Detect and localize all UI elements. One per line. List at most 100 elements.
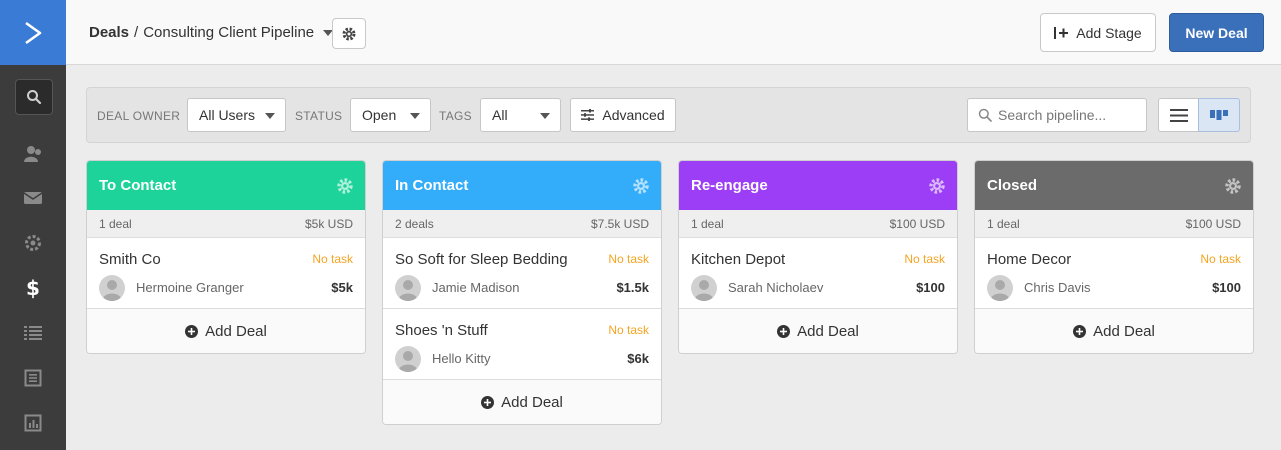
tags-value: All [492, 107, 508, 123]
chevron-down-icon [540, 113, 550, 119]
deal-count: 2 deals [395, 216, 434, 231]
status-value: Open [362, 107, 397, 123]
nav-forms[interactable] [0, 363, 66, 393]
task-status[interactable]: No task [608, 323, 649, 337]
deal-value: $100 [916, 280, 945, 295]
plus-circle-icon [185, 324, 199, 338]
tags-select[interactable]: All [480, 98, 561, 132]
nav-lists[interactable] [0, 318, 66, 348]
task-status[interactable]: No task [1200, 252, 1241, 266]
envelope-icon [23, 192, 43, 204]
deal-count: 1 deal [987, 216, 1020, 231]
gear-icon[interactable] [632, 177, 650, 195]
deal-card[interactable]: Kitchen Depot No task Sarah Nicholaev $1… [679, 238, 957, 309]
stage-title: Re-engage [691, 177, 768, 194]
person-icon [694, 280, 714, 301]
add-deal-button[interactable]: Add Deal [87, 309, 365, 353]
stage-total: $100 USD [889, 216, 945, 231]
deal-owner-label: DEAL OWNER [97, 109, 181, 123]
chevron-right-logo-icon [25, 21, 42, 44]
document-icon [24, 369, 42, 387]
deal-card[interactable]: Home Decor No task Chris Davis $100 [975, 238, 1253, 309]
avatar [987, 275, 1013, 301]
search-input[interactable] [998, 107, 1138, 123]
deal-card[interactable]: Smith Co No task Hermoine Granger $5k [87, 238, 365, 309]
new-deal-button[interactable]: New Deal [1169, 13, 1264, 52]
deal-owner-value: All Users [199, 107, 256, 123]
stage-summary: 1 deal $100 USD [679, 210, 957, 238]
nav-automations[interactable] [0, 228, 66, 258]
task-status[interactable]: No task [608, 252, 649, 266]
nav-reports[interactable] [0, 408, 66, 438]
advanced-filter-button[interactable]: Advanced [570, 98, 676, 132]
add-deal-button[interactable]: Add Deal [975, 309, 1253, 353]
bar-chart-icon [24, 414, 42, 432]
add-column-icon [1054, 26, 1069, 39]
avatar [395, 346, 421, 372]
deal-count: 1 deal [691, 216, 724, 231]
nav-campaigns[interactable] [0, 183, 66, 213]
task-status[interactable]: No task [904, 252, 945, 266]
pipeline-settings-button[interactable] [332, 18, 366, 49]
stage-header: To Contact [87, 161, 365, 210]
deal-value: $1.5k [616, 280, 649, 295]
list-view-toggle[interactable] [1158, 98, 1199, 132]
deal-title[interactable]: So Soft for Sleep Bedding [395, 251, 568, 268]
task-status[interactable]: No task [312, 252, 353, 266]
chevron-down-icon [410, 113, 420, 119]
brand-logo[interactable] [0, 0, 66, 65]
add-deal-button[interactable]: Add Deal [383, 380, 661, 424]
pipeline-selector[interactable]: Consulting Client Pipeline [143, 24, 314, 41]
deal-value: $6k [627, 351, 649, 366]
dollar-icon: $ [26, 276, 40, 300]
add-deal-button[interactable]: Add Deal [679, 309, 957, 353]
nav-contacts[interactable] [0, 139, 66, 169]
automation-gear-icon [25, 235, 41, 251]
list-icon [24, 326, 42, 340]
sliders-icon [581, 109, 595, 121]
status-select[interactable]: Open [350, 98, 431, 132]
kanban-view-icon [1210, 110, 1228, 120]
stage-header: Re-engage [679, 161, 957, 210]
gear-icon[interactable] [1224, 177, 1242, 195]
plus-circle-icon [1073, 324, 1087, 338]
deal-card[interactable]: So Soft for Sleep Bedding No task Jamie … [383, 238, 661, 309]
deal-title[interactable]: Kitchen Depot [691, 251, 785, 268]
deal-title[interactable]: Shoes 'n Stuff [395, 322, 488, 339]
deal-card[interactable]: Shoes 'n Stuff No task Hello Kitty $6k [383, 309, 661, 380]
breadcrumb-separator: / [134, 24, 139, 41]
deal-title[interactable]: Smith Co [99, 251, 161, 268]
deal-owner-select[interactable]: All Users [187, 98, 286, 132]
breadcrumb-root[interactable]: Deals [89, 24, 129, 41]
add-stage-button[interactable]: Add Stage [1040, 13, 1156, 52]
deal-owner: Hello Kitty [432, 351, 491, 366]
stage-column-to-contact: To Contact 1 deal $5k USD Smith Co No ta… [86, 160, 366, 354]
stage-title: Closed [987, 177, 1038, 194]
plus-circle-icon [777, 324, 791, 338]
nav-deals[interactable]: $ [0, 273, 66, 303]
filter-bar: DEAL OWNER All Users STATUS Open TAGS Al… [86, 87, 1251, 143]
top-bar: Deals / Consulting Client Pipeline Add S… [66, 0, 1281, 65]
pipeline-search[interactable] [967, 98, 1147, 132]
search-icon [27, 90, 42, 105]
deal-owner: Sarah Nicholaev [728, 280, 824, 295]
status-label: STATUS [295, 109, 343, 123]
stage-summary: 1 deal $100 USD [975, 210, 1253, 238]
stage-total: $7.5k USD [590, 216, 649, 231]
add-deal-label: Add Deal [797, 322, 859, 340]
gear-icon [342, 27, 356, 40]
avatar [691, 275, 717, 301]
board-view-toggle[interactable] [1198, 98, 1240, 132]
person-icon [398, 280, 418, 301]
deal-count: 1 deal [99, 216, 132, 231]
gear-icon[interactable] [336, 177, 354, 195]
contacts-icon [24, 146, 41, 162]
nav-search-button[interactable] [15, 79, 53, 115]
gear-icon[interactable] [928, 177, 946, 195]
deal-title[interactable]: Home Decor [987, 251, 1071, 268]
add-deal-label: Add Deal [501, 393, 563, 411]
add-deal-label: Add Deal [1093, 322, 1155, 340]
person-icon [990, 280, 1010, 301]
breadcrumb: Deals / Consulting Client Pipeline [89, 24, 334, 41]
plus-circle-icon [481, 395, 495, 409]
